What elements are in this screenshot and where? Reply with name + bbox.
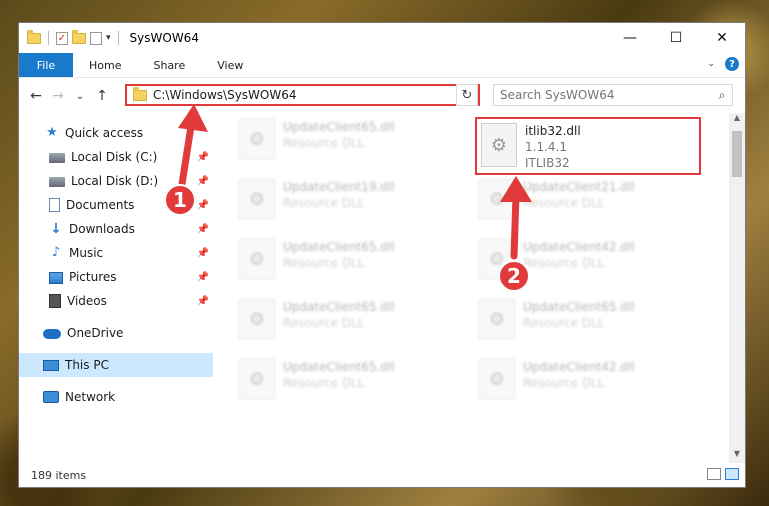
main-area: ★ Quick access Local Disk (C:) 📌 Local D…	[19, 113, 745, 463]
gear-file-icon: ⚙	[479, 299, 515, 339]
pin-icon[interactable]: 📌	[197, 248, 209, 259]
title-bar: ✓ ▾ SysWOW64 — ☐ ✕	[19, 23, 745, 53]
network-icon	[43, 391, 59, 403]
sidebar-item-music[interactable]: ♪ Music 📌	[19, 241, 213, 265]
back-button[interactable]: ←	[25, 88, 47, 104]
gear-file-icon: ⚙	[479, 359, 515, 399]
customize-icon[interactable]	[90, 31, 102, 45]
scroll-down-icon[interactable]: ▼	[729, 449, 745, 463]
vertical-scrollbar[interactable]: ▲ ▼	[729, 113, 745, 463]
annotation-badge-2: 2	[498, 260, 530, 292]
quick-access-toolbar: ✓ ▾	[27, 29, 122, 45]
list-item[interactable]: ⚙ UpdateClient65.dll Resource DLL	[239, 299, 395, 339]
gear-file-icon: ⚙	[239, 359, 275, 399]
pin-icon[interactable]: 📌	[197, 224, 209, 235]
tab-home[interactable]: Home	[73, 53, 137, 77]
help-icon[interactable]: ?	[725, 57, 739, 71]
list-item[interactable]: ⚙ UpdateClient65.dll Resource DLL	[239, 239, 395, 279]
music-icon: ♪	[51, 245, 61, 260]
folder-icon	[133, 86, 147, 101]
recent-locations-button[interactable]: ⌄	[69, 91, 91, 102]
pin-icon[interactable]: 📌	[197, 176, 209, 187]
tab-view[interactable]: View	[201, 53, 259, 77]
sidebar-item-pictures[interactable]: Pictures 📌	[19, 265, 213, 289]
pin-icon[interactable]: 📌	[197, 200, 209, 211]
details-view-icon[interactable]	[707, 468, 721, 480]
up-button[interactable]: ↑	[91, 88, 113, 104]
this-pc-icon	[43, 360, 59, 371]
star-icon: ★	[46, 125, 58, 140]
navigation-bar: ← → ⌄ ↑ C:\Windows\SysWOW64 ⌄ ↻ ⌕	[19, 78, 745, 114]
sidebar-item-local-disk-c[interactable]: Local Disk (C:) 📌	[19, 145, 213, 169]
list-item[interactable]: ⚙ UpdateClient42.dll Resource DLL	[479, 359, 635, 399]
search-box[interactable]: ⌕	[493, 84, 733, 106]
item-count: 189 items	[31, 468, 87, 482]
close-button[interactable]: ✕	[699, 23, 745, 53]
download-icon: ↓	[50, 221, 62, 237]
expand-ribbon-icon[interactable]: ⌄	[707, 59, 715, 69]
gear-file-icon: ⚙	[481, 123, 517, 167]
new-folder-icon[interactable]	[72, 29, 86, 44]
pin-icon[interactable]: 📌	[197, 152, 209, 163]
folder-icon[interactable]	[27, 29, 41, 44]
file-explorer-window: ✓ ▾ SysWOW64 — ☐ ✕ File Home Share View …	[18, 22, 746, 488]
tab-share[interactable]: Share	[137, 53, 201, 77]
gear-file-icon: ⚙	[239, 179, 275, 219]
document-icon	[49, 198, 60, 212]
ribbon-tabs: File Home Share View ⌄ ?	[19, 53, 745, 78]
navigation-pane: ★ Quick access Local Disk (C:) 📌 Local D…	[19, 113, 213, 463]
window-title: SysWOW64	[129, 31, 199, 45]
videos-icon	[49, 294, 61, 308]
status-bar: 189 items	[19, 463, 745, 487]
sidebar-item-downloads[interactable]: ↓ Downloads 📌	[19, 217, 213, 241]
forward-button[interactable]: →	[47, 88, 69, 104]
sidebar-item-this-pc[interactable]: This PC	[19, 353, 213, 377]
list-item[interactable]: ⚙ UpdateClient19.dll Resource DLL	[239, 179, 395, 219]
sidebar-item-network[interactable]: Network	[19, 385, 213, 409]
refresh-button[interactable]: ↻	[456, 84, 478, 106]
gear-file-icon: ⚙	[479, 179, 515, 219]
pin-icon[interactable]: 📌	[197, 296, 209, 307]
scroll-up-icon[interactable]: ▲	[729, 113, 745, 127]
tab-file[interactable]: File	[19, 53, 73, 77]
minimize-button[interactable]: —	[607, 23, 653, 53]
sidebar-item-videos[interactable]: Videos 📌	[19, 289, 213, 313]
pin-icon[interactable]: 📌	[197, 272, 209, 283]
gear-file-icon: ⚙	[239, 119, 275, 159]
address-bar[interactable]: C:\Windows\SysWOW64 ⌄	[125, 84, 480, 106]
pictures-icon	[49, 271, 63, 284]
sidebar-item-quick-access[interactable]: ★ Quick access	[19, 121, 213, 145]
search-input[interactable]	[494, 87, 712, 103]
properties-icon[interactable]: ✓	[56, 31, 68, 45]
list-item[interactable]: ⚙ UpdateClient65.dll Resource DLL	[479, 299, 635, 339]
window-controls: — ☐ ✕	[607, 23, 745, 53]
gear-file-icon: ⚙	[239, 299, 275, 339]
maximize-button[interactable]: ☐	[653, 23, 699, 53]
gear-file-icon: ⚙	[239, 239, 275, 279]
list-item[interactable]: ⚙ UpdateClient65.dll Resource DLL	[239, 359, 395, 399]
large-icons-view-icon[interactable]	[725, 468, 739, 480]
list-item-itlib32[interactable]: ⚙ itlib32.dll 1.1.4.1 ITLIB32	[475, 117, 701, 175]
chevron-down-icon[interactable]: ▾	[106, 33, 111, 43]
address-path[interactable]: C:\Windows\SysWOW64	[153, 88, 460, 102]
list-item[interactable]: ⚙ UpdateClient21.dll Resource DLL	[479, 179, 635, 219]
sidebar-item-onedrive[interactable]: OneDrive	[19, 321, 213, 345]
search-icon[interactable]: ⌕	[712, 88, 732, 103]
disk-icon	[49, 153, 65, 163]
onedrive-icon	[43, 329, 61, 339]
disk-icon	[49, 177, 65, 187]
file-list: ⚙ UpdateClient65.dll Resource DLL ⚙ itlib…	[213, 113, 729, 463]
list-item[interactable]: ⚙ UpdateClient65.dll Resource DLL	[239, 119, 395, 159]
annotation-badge-1: 1	[164, 184, 196, 216]
scrollbar-thumb[interactable]	[732, 131, 742, 177]
